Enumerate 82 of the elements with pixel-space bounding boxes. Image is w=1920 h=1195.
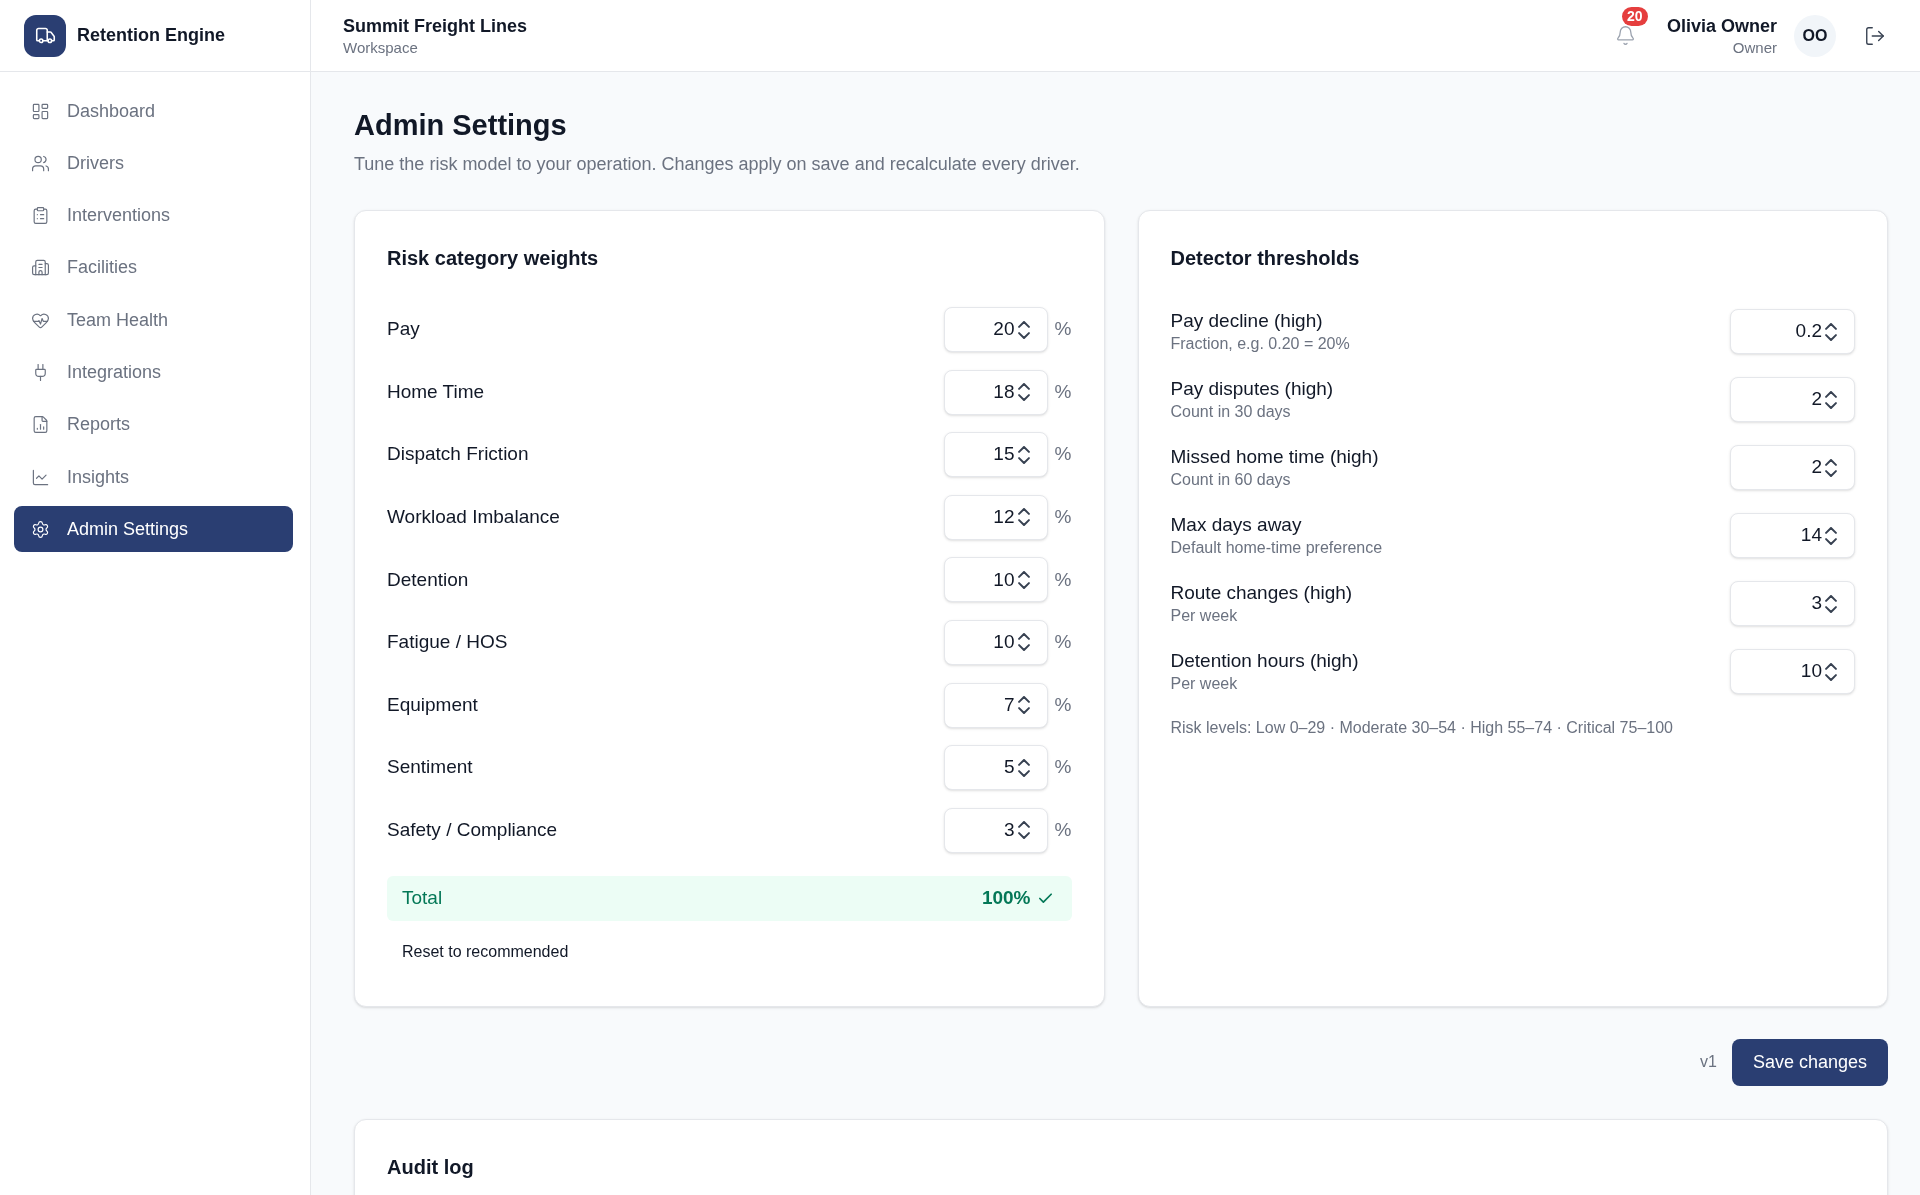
reset-button[interactable]: Reset to recommended <box>387 933 584 970</box>
threshold-label: Pay disputes (high) <box>1170 377 1334 401</box>
number-input[interactable]: 12 <box>943 494 1048 540</box>
nav-item[interactable]: Drivers <box>14 140 293 187</box>
threshold-hint: Count in 30 days <box>1170 402 1292 422</box>
threshold-hint: Fraction, e.g. 0.20 = 20% <box>1170 334 1350 354</box>
number-input[interactable]: 5 <box>943 745 1048 791</box>
threshold-hint: Per week <box>1170 674 1239 694</box>
number-input[interactable]: 15 <box>943 432 1048 478</box>
number-input[interactable]: 10 <box>1730 649 1855 694</box>
save-button[interactable]: Save changes <box>1731 1038 1888 1086</box>
workspace-name: Summit Freight Lines <box>343 14 528 38</box>
weight-label: Pay <box>387 317 420 342</box>
settings-icon <box>31 519 50 539</box>
total-label: Total <box>402 886 443 910</box>
user-initials-avatar[interactable]: OO <box>1794 14 1836 57</box>
nav-item[interactable]: Team Health <box>14 297 293 344</box>
weight-label: Sentiment <box>387 755 473 780</box>
workspace-label: Workspace <box>343 37 419 58</box>
number-input[interactable]: 14 <box>1730 513 1855 558</box>
unit-label: % <box>1054 379 1072 404</box>
users-icon <box>31 153 50 173</box>
threshold-label: Missed home time (high) <box>1170 445 1379 469</box>
number-input[interactable]: 2 <box>1730 445 1855 490</box>
nav-item[interactable]: Interventions <box>14 192 293 239</box>
nav-item[interactable]: Insights <box>14 454 293 501</box>
card-title: Detector thresholds <box>1170 246 1361 271</box>
weight-label: Workload Imbalance <box>387 505 560 530</box>
number-input[interactable]: 3 <box>1730 581 1855 626</box>
unit-label: % <box>1054 442 1072 467</box>
weight-label: Fatigue / HOS <box>387 630 508 655</box>
building-icon <box>31 258 50 278</box>
weight-label: Equipment <box>387 692 478 717</box>
unit-label: % <box>1054 755 1072 780</box>
total-value: 100% <box>981 886 1031 910</box>
weight-label: Detention <box>387 567 469 592</box>
nav-item[interactable]: Facilities <box>14 244 293 291</box>
nav-item[interactable]: Reports <box>14 401 293 448</box>
card-title: Audit log <box>387 1154 475 1180</box>
file-chart-icon <box>31 415 50 435</box>
weight-label: Safety / Compliance <box>387 818 558 842</box>
number-input[interactable]: 20 <box>943 307 1048 352</box>
threshold-hint: Per week <box>1170 606 1239 626</box>
threshold-label: Max days away <box>1170 513 1303 537</box>
nav-item[interactable]: Integrations <box>14 349 293 396</box>
unit-label: % <box>1054 692 1072 717</box>
unit-label: % <box>1054 818 1072 842</box>
risk-levels-note: Risk levels: Low 0–29 · Moderate 30–54 · High 55–74 · Critical 75–100 <box>1170 718 1674 738</box>
notification-count-badge: 20 <box>1621 6 1648 26</box>
page-title: Admin Settings <box>354 108 568 143</box>
version-label: v1 <box>1700 1052 1717 1073</box>
brand-name: Retention Engine <box>77 24 225 47</box>
user-role: Owner <box>1732 37 1777 58</box>
unit-label: % <box>1054 505 1072 530</box>
threshold-label: Detention hours (high) <box>1170 649 1359 673</box>
line-chart-icon <box>31 467 50 487</box>
threshold-label: Pay decline (high) <box>1170 309 1324 333</box>
logout-icon[interactable] <box>1864 24 1886 47</box>
user-name: Olivia Owner <box>1666 14 1777 38</box>
clipboard-icon <box>31 206 50 226</box>
unit-label: % <box>1054 317 1072 342</box>
threshold-label: Route changes (high) <box>1170 581 1353 605</box>
weight-label: Dispatch Friction <box>387 442 529 467</box>
truck-logo-icon <box>24 14 66 57</box>
number-input[interactable]: 0.2 <box>1730 309 1855 354</box>
nav-item[interactable]: Dashboard <box>14 88 293 134</box>
unit-label: % <box>1054 567 1072 592</box>
weight-label: Home Time <box>387 379 485 404</box>
nav-item[interactable]: Admin Settings <box>14 506 293 553</box>
number-input[interactable]: 7 <box>943 682 1048 728</box>
heart-pulse-icon <box>31 310 50 330</box>
number-input[interactable]: 2 <box>1730 377 1855 422</box>
card-title: Risk category weights <box>387 246 600 271</box>
grid-icon <box>31 101 50 121</box>
page-subtitle: Tune the risk model to your operation. Changes apply on save and recalculate every driver. <box>354 153 1081 176</box>
number-input[interactable]: 10 <box>943 619 1048 665</box>
threshold-hint: Default home-time preference <box>1170 538 1383 558</box>
number-input[interactable]: 3 <box>943 807 1048 853</box>
threshold-hint: Count in 60 days <box>1170 470 1292 490</box>
number-input[interactable]: 10 <box>943 557 1048 603</box>
unit-label: % <box>1054 630 1072 655</box>
number-input[interactable]: 18 <box>943 369 1048 415</box>
